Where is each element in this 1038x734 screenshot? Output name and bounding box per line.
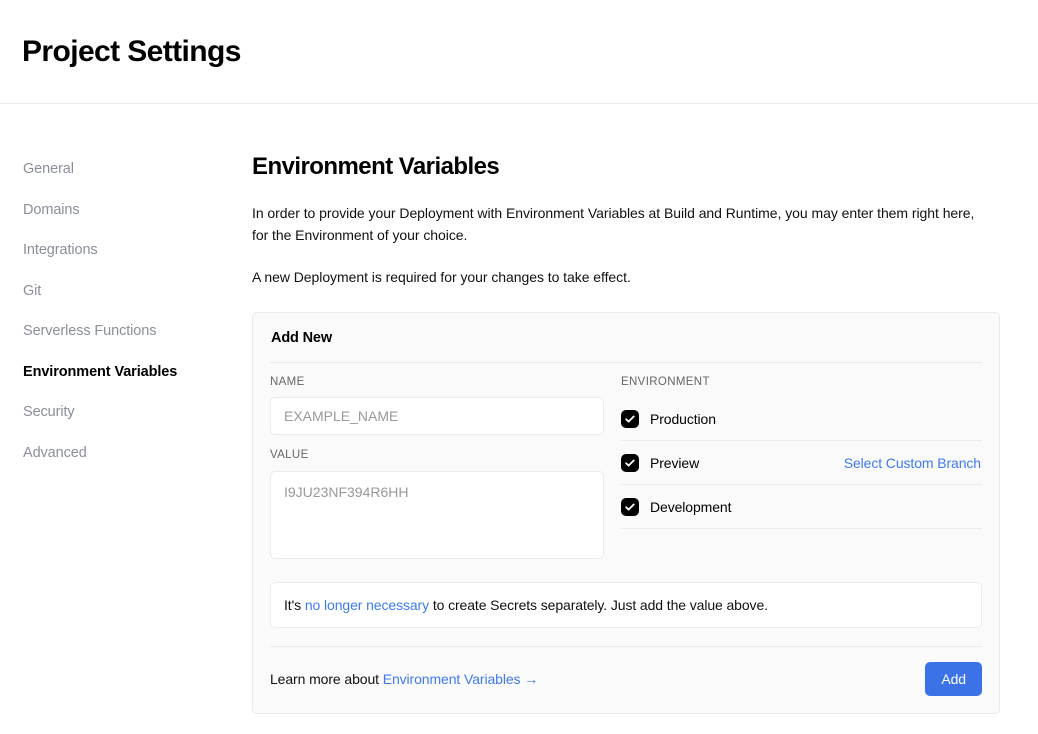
environment-variables-docs-link[interactable]: Environment Variables → bbox=[383, 671, 539, 687]
add-button[interactable]: Add bbox=[925, 662, 982, 697]
learn-more-text: Learn more about Environment Variables → bbox=[270, 671, 538, 687]
card-right-column: ENVIRONMENT Production Preview Select Cu… bbox=[618, 375, 982, 564]
field-gap bbox=[270, 435, 604, 450]
page-title: Project Settings bbox=[22, 34, 241, 68]
select-custom-branch-link[interactable]: Select Custom Branch bbox=[844, 455, 982, 471]
checkbox-production-checkmark-icon[interactable] bbox=[621, 409, 639, 428]
notice-prefix-text: It's bbox=[284, 596, 305, 613]
card-header: Add New bbox=[253, 313, 999, 362]
section-description-secondary: A new Deployment is required for your ch… bbox=[252, 269, 631, 286]
environment-list: Production Preview Select Custom Branch … bbox=[621, 397, 982, 530]
name-input[interactable] bbox=[270, 397, 604, 436]
section-title: Environment Variables bbox=[252, 153, 500, 180]
value-textarea[interactable] bbox=[270, 470, 604, 559]
secrets-notice-wrapper: It's no longer necessary to create Secre… bbox=[253, 564, 999, 628]
environment-row-development[interactable]: Development bbox=[621, 485, 982, 530]
card-left-column: NAME VALUE bbox=[270, 375, 618, 564]
notice-suffix-text: to create Secrets separately. Just add t… bbox=[429, 596, 768, 613]
checkbox-development-checkmark-icon[interactable] bbox=[621, 497, 639, 516]
value-field-label: VALUE bbox=[270, 449, 309, 462]
sidebar-item-environment-variables[interactable]: Environment Variables bbox=[23, 364, 252, 380]
no-longer-necessary-link[interactable]: no longer necessary bbox=[305, 597, 429, 613]
section-description-primary: In order to provide your Deployment with… bbox=[252, 205, 975, 244]
sidebar-item-advanced[interactable]: Advanced bbox=[23, 445, 252, 461]
sidebar-item-integrations[interactable]: Integrations bbox=[23, 243, 252, 258]
environment-label-production: Production bbox=[650, 410, 716, 427]
settings-content: Environment Variables In order to provid… bbox=[252, 152, 1038, 714]
sidebar-item-general[interactable]: General bbox=[23, 162, 252, 177]
sidebar-item-git[interactable]: Git bbox=[23, 283, 252, 299]
environment-label-development: Development bbox=[650, 498, 732, 515]
environment-row-preview[interactable]: Preview Select Custom Branch bbox=[621, 441, 982, 486]
page-body: General Domains Integrations Git Serverl… bbox=[0, 104, 1038, 714]
learn-more-prefix: Learn more about bbox=[270, 671, 383, 688]
name-field-label: NAME bbox=[270, 375, 305, 388]
sidebar-item-security[interactable]: Security bbox=[23, 405, 252, 420]
card-body: NAME VALUE ENVIRONMENT bbox=[253, 363, 999, 564]
sidebar-item-serverless-functions[interactable]: Serverless Functions bbox=[23, 324, 252, 339]
environment-label-preview: Preview bbox=[650, 454, 700, 471]
sidebar-item-domains[interactable]: Domains bbox=[23, 202, 252, 218]
page-header: Project Settings bbox=[0, 0, 1038, 104]
card-header-title: Add New bbox=[271, 330, 332, 347]
environment-field-label: ENVIRONMENT bbox=[621, 375, 710, 388]
card-footer: Learn more about Environment Variables →… bbox=[253, 647, 999, 713]
settings-sidebar: General Domains Integrations Git Serverl… bbox=[0, 152, 252, 714]
checkbox-preview-checkmark-icon[interactable] bbox=[621, 453, 639, 472]
secrets-notice: It's no longer necessary to create Secre… bbox=[270, 581, 982, 628]
environment-row-production[interactable]: Production bbox=[621, 397, 982, 442]
add-new-card: Add New NAME VALUE ENVIRONMENT bbox=[252, 312, 1000, 714]
